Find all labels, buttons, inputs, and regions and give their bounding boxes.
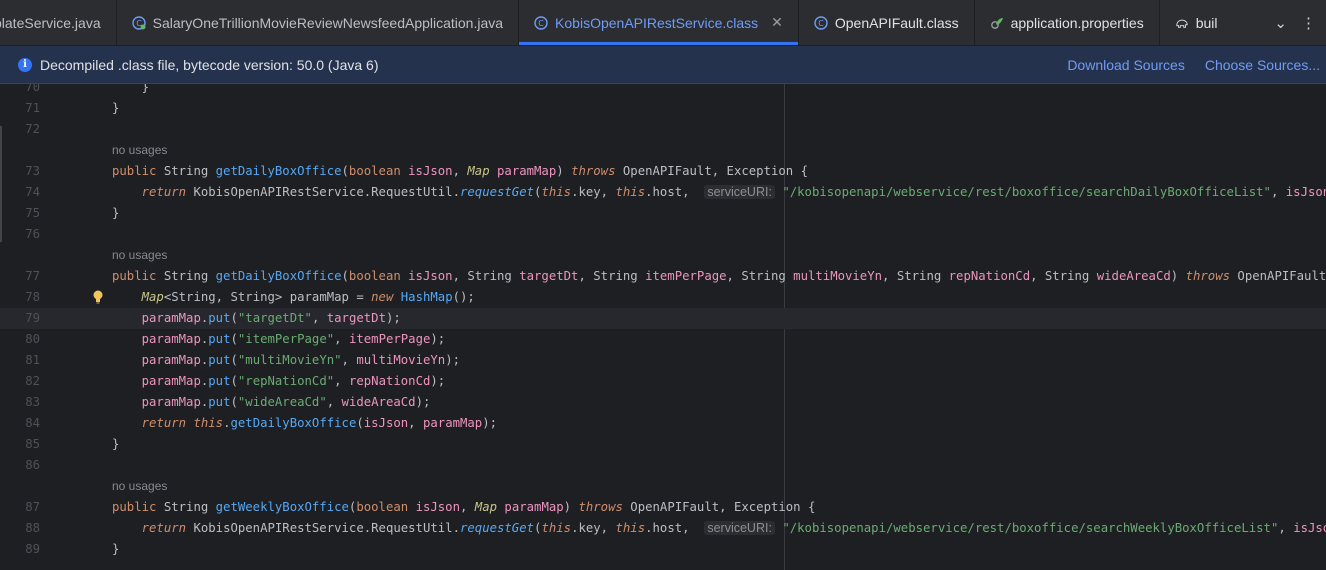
- usage-hint-row[interactable]: no usages: [0, 140, 1326, 161]
- line-number: 76: [25, 227, 40, 241]
- line-number: 89: [25, 542, 40, 556]
- tab-application-properties[interactable]: application.properties: [975, 0, 1160, 45]
- download-sources-link[interactable]: Download Sources: [1067, 57, 1185, 73]
- code-line[interactable]: 84 return this.getDailyBoxOffice(isJson,…: [0, 413, 1326, 434]
- decompiled-notice-banner: i Decompiled .class file, bytecode versi…: [0, 46, 1326, 84]
- code-text: paramMap.put("itemPerPage", itemPerPage)…: [141, 332, 446, 346]
- code-line[interactable]: 74 return KobisOpenAPIRestService.Reques…: [0, 182, 1326, 203]
- code-text: paramMap.put("repNationCd", repNationCd)…: [141, 374, 446, 388]
- no-usages-hint: no usages: [112, 143, 168, 157]
- code-line[interactable]: 81 paramMap.put("multiMovieYn", multiMov…: [0, 350, 1326, 371]
- code-line[interactable]: 71}: [0, 98, 1326, 119]
- line-number: 87: [25, 500, 40, 514]
- line-number: 74: [25, 185, 40, 199]
- code-line[interactable]: 83 paramMap.put("wideAreaCd", wideAreaCd…: [0, 392, 1326, 413]
- banner-message: Decompiled .class file, bytecode version…: [40, 56, 379, 73]
- code-line[interactable]: 79 paramMap.put("targetDt", targetDt);: [0, 308, 1326, 329]
- gradle-elephant-icon: [1175, 16, 1189, 30]
- code-line[interactable]: 86: [0, 455, 1326, 476]
- code-text: return this.getDailyBoxOffice(isJson, pa…: [141, 416, 498, 430]
- code-line[interactable]: 78 Map<String, String> paramMap = new Ha…: [0, 287, 1326, 308]
- line-number: 71: [25, 101, 40, 115]
- code-text: }: [112, 542, 120, 556]
- code-line[interactable]: 70 }: [0, 84, 1326, 98]
- code-line[interactable]: 75}: [0, 203, 1326, 224]
- chevron-down-icon[interactable]: ⌄: [1274, 14, 1287, 32]
- tab-openapi-fault[interactable]: C OpenAPIFault.class: [799, 0, 975, 45]
- tab-tools: ⌄ ⋮: [1262, 0, 1326, 45]
- spring-boot-class-icon: C: [131, 15, 146, 30]
- code-line[interactable]: 89}: [0, 539, 1326, 560]
- tab-label: plateService.java: [0, 14, 101, 31]
- properties-leaf-icon: [990, 16, 1004, 30]
- no-usages-hint: no usages: [112, 248, 168, 262]
- close-icon[interactable]: ✕: [771, 14, 783, 31]
- code-text: }: [112, 206, 120, 220]
- line-number: 73: [25, 164, 40, 178]
- tab-kobis-openapi-rest-service[interactable]: C KobisOpenAPIRestService.class ✕: [519, 0, 799, 45]
- line-number: 70: [25, 84, 40, 94]
- code-line[interactable]: 73 public String getDailyBoxOffice(boolea…: [0, 161, 1326, 182]
- code-line[interactable]: 85}: [0, 434, 1326, 455]
- code-text: public String getWeeklyBoxOffice(boolean…: [112, 500, 816, 514]
- code-text: }: [112, 84, 150, 94]
- code-editor[interactable]: 70 } 71} 72 no usages 73 public String getDai…: [0, 84, 1326, 570]
- svg-text:C: C: [538, 19, 544, 28]
- tab-label: OpenAPIFault.class: [834, 14, 959, 31]
- code-line[interactable]: 87 public String getWeeklyBoxOffice(boole…: [0, 497, 1326, 518]
- code-line[interactable]: 72: [0, 119, 1326, 140]
- usage-hint-row[interactable]: no usages: [0, 476, 1326, 497]
- tab-newsfeed-application[interactable]: C SalaryOneTrillionMovieReviewNewsfeedAp…: [117, 0, 520, 45]
- editor-tab-bar: plateService.java C SalaryOneTrillionMov…: [0, 0, 1326, 46]
- class-file-icon: C: [534, 15, 548, 30]
- usage-hint-row[interactable]: no usages: [0, 245, 1326, 266]
- code-text: public String getDailyBoxOffice(boolean …: [112, 269, 1326, 283]
- line-number: 82: [25, 374, 40, 388]
- tab-label: application.properties: [1010, 14, 1144, 31]
- tab-label: buil: [1195, 14, 1218, 31]
- code-text: paramMap.put("wideAreaCd", wideAreaCd);: [141, 395, 431, 409]
- code-text: paramMap.put("targetDt", targetDt);: [141, 311, 401, 325]
- line-number: 77: [25, 269, 40, 283]
- code-text: paramMap.put("multiMovieYn", multiMovieY…: [141, 353, 461, 367]
- code-text: }: [112, 437, 120, 451]
- tab-template-service[interactable]: plateService.java: [0, 0, 117, 45]
- line-number: 85: [25, 437, 40, 451]
- code-text: Map<String, String> paramMap = new HashM…: [141, 290, 475, 304]
- class-file-icon: C: [814, 15, 828, 30]
- code-text: public String getDailyBoxOffice(boolean …: [112, 164, 808, 178]
- lightbulb-icon[interactable]: [92, 290, 104, 304]
- line-number: 78: [25, 290, 40, 304]
- code-line[interactable]: 88 return KobisOpenAPIRestService.Reques…: [0, 518, 1326, 539]
- more-options-icon[interactable]: ⋮: [1301, 14, 1316, 32]
- line-number: 83: [25, 395, 40, 409]
- tab-build-gradle[interactable]: buil: [1160, 0, 1233, 45]
- info-icon: i: [18, 57, 32, 72]
- line-number: 88: [25, 521, 40, 535]
- code-line[interactable]: 76: [0, 224, 1326, 245]
- code-line[interactable]: 80 paramMap.put("itemPerPage", itemPerPa…: [0, 329, 1326, 350]
- code-line[interactable]: 82 paramMap.put("repNationCd", repNation…: [0, 371, 1326, 392]
- line-number: 79: [25, 311, 40, 325]
- code-line[interactable]: 77 public String getDailyBoxOffice(boolea…: [0, 266, 1326, 287]
- line-number: 72: [25, 122, 40, 136]
- line-number: 75: [25, 206, 40, 220]
- line-number: 84: [25, 416, 40, 430]
- code-text: return KobisOpenAPIRestService.RequestUt…: [141, 185, 1326, 199]
- line-number: 86: [25, 458, 40, 472]
- tab-label: KobisOpenAPIRestService.class: [555, 14, 759, 31]
- no-usages-hint: no usages: [112, 479, 168, 493]
- choose-sources-link[interactable]: Choose Sources...: [1205, 57, 1320, 73]
- code-text: }: [112, 101, 120, 115]
- tab-label: SalaryOneTrillionMovieReviewNewsfeedAppl…: [152, 14, 504, 31]
- code-text: return KobisOpenAPIRestService.RequestUt…: [141, 521, 1326, 535]
- line-number: 80: [25, 332, 40, 346]
- line-number: 81: [25, 353, 40, 367]
- svg-text:C: C: [818, 19, 824, 28]
